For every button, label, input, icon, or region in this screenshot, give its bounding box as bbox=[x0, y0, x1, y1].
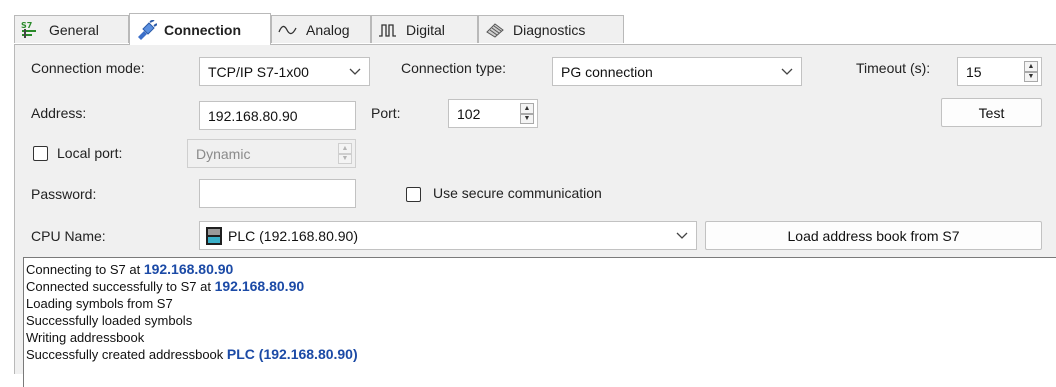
address-label: Address: bbox=[31, 105, 87, 121]
load-address-book-label: Load address book from S7 bbox=[787, 227, 960, 244]
tab-connection-label: Connection bbox=[164, 21, 241, 38]
spin-up-icon: ▲ bbox=[338, 143, 352, 154]
connection-type-label: Connection type: bbox=[401, 60, 507, 76]
connection-type-value: PG connection bbox=[561, 63, 653, 80]
connection-log[interactable]: Connecting to S7 at 192.168.80.90 Connec… bbox=[23, 257, 1056, 387]
connection-panel: Connection mode: TCP/IP S7-1x00 Connecti… bbox=[14, 44, 1056, 387]
tab-diagnostics[interactable]: Diagnostics bbox=[478, 15, 624, 43]
tab-diagnostics-label: Diagnostics bbox=[513, 21, 586, 38]
s7-general-icon: S7 bbox=[19, 20, 43, 40]
tab-analog-label: Analog bbox=[306, 21, 350, 38]
address-input[interactable]: 192.168.80.90 bbox=[199, 101, 356, 130]
timeout-value: 15 bbox=[966, 63, 982, 80]
tab-connection[interactable]: Connection bbox=[129, 13, 271, 45]
tia-portal-icon bbox=[206, 226, 222, 245]
address-value: 192.168.80.90 bbox=[208, 107, 298, 124]
svg-text:S7: S7 bbox=[21, 21, 32, 30]
log-line: Connecting to S7 at 192.168.80.90 bbox=[26, 261, 234, 277]
log-line: Writing addressbook bbox=[26, 330, 145, 345]
port-value: 102 bbox=[457, 105, 481, 122]
log-line: Connected successfully to S7 at 192.168.… bbox=[26, 278, 305, 294]
connection-mode-value: TCP/IP S7-1x00 bbox=[208, 63, 309, 80]
timeout-spin-buttons[interactable]: ▲ ▼ bbox=[1024, 61, 1038, 82]
timeout-stepper[interactable]: 15 ▲ ▼ bbox=[957, 57, 1042, 86]
log-line: Successfully loaded symbols bbox=[26, 313, 193, 328]
connection-mode-select[interactable]: TCP/IP S7-1x00 bbox=[199, 57, 370, 86]
connection-mode-label: Connection mode: bbox=[31, 60, 145, 76]
connection-type-select[interactable]: PG connection bbox=[552, 57, 802, 86]
cpu-name-label: CPU Name: bbox=[31, 228, 106, 244]
cpu-name-select[interactable]: PLC (192.168.80.90) bbox=[199, 221, 697, 250]
spin-down-icon: ▼ bbox=[338, 153, 352, 164]
tab-analog[interactable]: Analog bbox=[271, 15, 371, 43]
chevron-down-icon bbox=[349, 68, 361, 75]
analog-wave-icon bbox=[276, 20, 300, 40]
chevron-down-icon bbox=[781, 68, 793, 75]
chevron-down-icon bbox=[676, 232, 688, 239]
local-port-spin-buttons: ▲ ▼ bbox=[338, 143, 352, 164]
password-label: Password: bbox=[31, 186, 97, 202]
secure-communication-label: Use secure communication bbox=[433, 185, 602, 201]
spin-down-icon[interactable]: ▼ bbox=[520, 113, 534, 124]
port-stepper[interactable]: 102 ▲ ▼ bbox=[448, 99, 538, 128]
port-label: Port: bbox=[371, 105, 401, 121]
log-line: Loading symbols from S7 bbox=[26, 296, 173, 311]
local-port-value: Dynamic bbox=[196, 145, 251, 162]
tab-bar: S7 General Connection Analog Digital Dia… bbox=[0, 0, 1056, 45]
tab-general[interactable]: S7 General bbox=[14, 15, 129, 43]
local-port-stepper: Dynamic ▲ ▼ bbox=[187, 139, 356, 168]
tab-digital-label: Digital bbox=[406, 21, 445, 38]
password-field[interactable] bbox=[199, 179, 356, 208]
spin-up-icon[interactable]: ▲ bbox=[1024, 61, 1038, 72]
digital-pulse-icon bbox=[376, 20, 400, 40]
load-address-book-button[interactable]: Load address book from S7 bbox=[705, 221, 1042, 250]
connection-plug-icon bbox=[134, 19, 158, 40]
local-port-label: Local port: bbox=[57, 145, 123, 161]
test-button[interactable]: Test bbox=[941, 98, 1042, 127]
cpu-name-value: PLC (192.168.80.90) bbox=[228, 227, 358, 244]
local-port-checkbox[interactable] bbox=[33, 146, 48, 161]
spin-up-icon[interactable]: ▲ bbox=[520, 103, 534, 114]
log-line: Successfully created addressbook PLC (19… bbox=[26, 346, 358, 362]
spin-down-icon[interactable]: ▼ bbox=[1024, 71, 1038, 82]
test-button-label: Test bbox=[978, 104, 1005, 121]
diagnostics-chip-icon bbox=[483, 20, 507, 40]
secure-communication-checkbox[interactable] bbox=[406, 187, 421, 202]
timeout-label: Timeout (s): bbox=[856, 60, 931, 76]
tab-general-label: General bbox=[49, 21, 99, 38]
tab-digital[interactable]: Digital bbox=[371, 15, 478, 43]
port-spin-buttons[interactable]: ▲ ▼ bbox=[520, 103, 534, 124]
